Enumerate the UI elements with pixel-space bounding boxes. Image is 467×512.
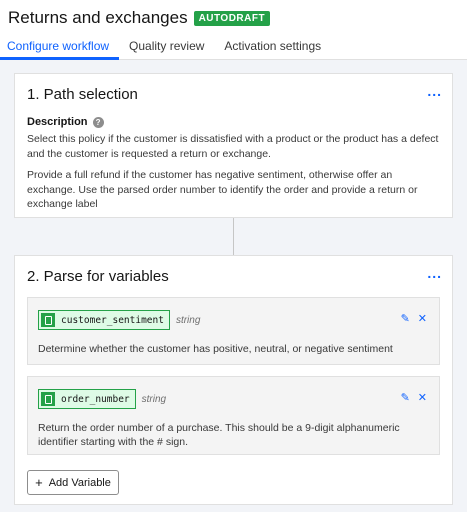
parse-variables-title: 2. Parse for variables — [27, 268, 169, 285]
status-badge: AUTODRAFT — [193, 10, 271, 26]
parse-variables-card: 2. Parse for variables ... customer_sent… — [14, 255, 453, 505]
overflow-menu-icon[interactable]: ... — [427, 266, 442, 280]
help-icon[interactable]: ? — [92, 116, 104, 128]
tab-configure-workflow[interactable]: Configure workflow — [0, 36, 120, 60]
edit-icon[interactable]: ✎ — [401, 391, 410, 404]
overflow-menu-icon[interactable]: ... — [427, 84, 442, 98]
variable-actions: ✎ ✕ — [401, 391, 427, 404]
variable-type: string — [175, 314, 201, 326]
delete-icon[interactable]: ✕ — [418, 312, 427, 325]
title-row: Returns and exchanges AUTODRAFT — [8, 8, 271, 28]
variable-item: customer_sentiment string ✎ ✕ Determine … — [27, 297, 440, 365]
add-variable-label: Add Variable — [48, 476, 111, 489]
variable-type: string — [141, 393, 167, 405]
variable-name: order_number — [61, 393, 130, 405]
variable-header: order_number string — [38, 389, 166, 409]
tab-activation-settings[interactable]: Activation settings — [214, 36, 331, 60]
description-text: Select this policy if the customer is di… — [27, 132, 442, 212]
path-selection-card: 1. Path selection ... Description ? Sele… — [14, 73, 453, 218]
delete-icon[interactable]: ✕ — [418, 391, 427, 404]
variable-description: Return the order number of a purchase. T… — [38, 422, 400, 448]
flow-connector-line — [233, 218, 234, 255]
variable-item: order_number string ✎ ✕ Return the order… — [27, 376, 440, 455]
plus-icon: + — [35, 474, 43, 490]
variable-actions: ✎ ✕ — [401, 312, 427, 325]
description-paragraph: Select this policy if the customer is di… — [27, 133, 439, 160]
variable-tag: order_number — [38, 389, 136, 409]
variable-icon — [41, 313, 55, 327]
variable-header: customer_sentiment string — [38, 310, 200, 330]
description-paragraph: Provide a full refund if the customer ha… — [27, 169, 418, 210]
variable-tag: customer_sentiment — [38, 310, 170, 330]
tab-bar: Configure workflow Quality review Activa… — [0, 36, 331, 60]
add-variable-button[interactable]: + Add Variable — [27, 470, 119, 495]
page-header: Returns and exchanges AUTODRAFT Configur… — [0, 0, 467, 60]
variable-icon — [41, 392, 55, 406]
variable-name: customer_sentiment — [61, 314, 164, 326]
tab-quality-review[interactable]: Quality review — [119, 36, 214, 60]
path-selection-title: 1. Path selection — [27, 86, 138, 103]
variable-description: Determine whether the customer has posit… — [38, 343, 393, 355]
description-label-text: Description — [27, 116, 88, 128]
page-title: Returns and exchanges — [8, 8, 188, 27]
edit-icon[interactable]: ✎ — [401, 312, 410, 325]
description-label: Description ? — [27, 116, 104, 128]
